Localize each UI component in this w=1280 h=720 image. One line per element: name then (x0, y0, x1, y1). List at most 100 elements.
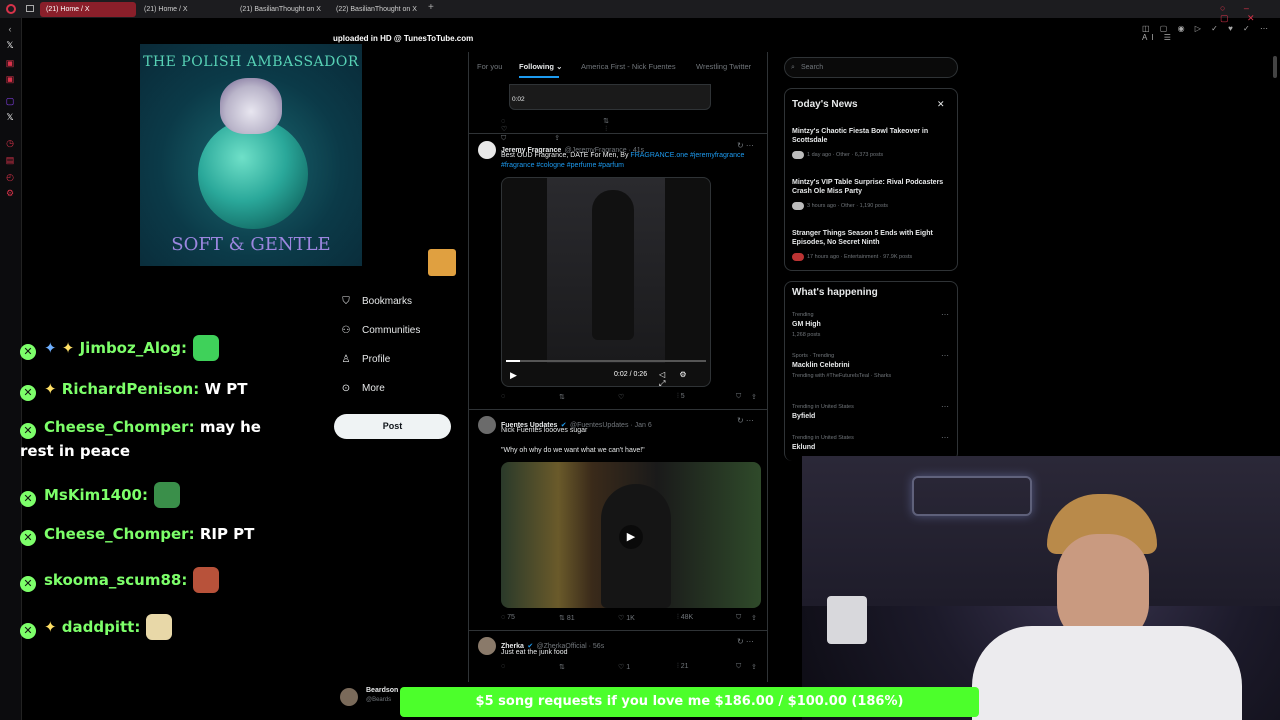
trend-more-icon[interactable]: ⋯ (941, 433, 949, 442)
x-small-icon[interactable]: 𝕏 (5, 112, 15, 122)
new-tab-icon[interactable]: + (428, 2, 434, 13)
search-icon: ⌕ (791, 64, 795, 71)
trend-category: Trending in United States (792, 404, 854, 410)
panel-title: Today's News (792, 99, 858, 110)
tab-for-you[interactable]: For you (477, 62, 502, 71)
chat-username: RichardPenison: (61, 380, 200, 398)
chat-badge-icon: ✕ (20, 491, 36, 507)
sword-badge-icon: ✦ (44, 339, 62, 357)
views-icon: ⫶ 48K (677, 614, 694, 621)
album-title: THE POLISH AMBASSADOR (143, 54, 359, 70)
post-button[interactable]: Post (334, 414, 451, 439)
sidebar-settings-icon[interactable]: ⚙ (5, 188, 15, 198)
x-logo-icon[interactable]: 𝕏 (5, 40, 15, 50)
toolbar-icons[interactable]: ◫ ▢ ◉ ▷ ✓ ♥ ✓ ⋯ AI ☰ (1142, 24, 1280, 42)
reply-icon: ◌ 75 (501, 614, 515, 621)
hashtag-link[interactable]: FRAGRANCE.one #jeremyfragrance (630, 152, 744, 159)
chat-badge-icon: ✕ (20, 576, 36, 592)
bookmark-icon: ⛉ (736, 393, 742, 400)
news-headline[interactable]: Mintzy's Chaotic Fiesta Bowl Takeover in… (792, 127, 952, 145)
sidebar-red-icon-1[interactable]: ▣ (5, 58, 15, 68)
chat-message-continued: rest in peace (20, 442, 130, 460)
shelves (802, 456, 1280, 606)
album-subtitle: SOFT & GENTLE (171, 234, 331, 255)
play-icon[interactable]: ▶ (619, 525, 643, 549)
avatar[interactable] (478, 141, 496, 159)
window-controls[interactable]: ○ – ▢ ✕ (1220, 3, 1280, 24)
video-player[interactable]: ▶ 0:02 / 0:26 ◁ ⚙ ⤢ (501, 177, 711, 387)
account-name: Beardson (366, 687, 399, 694)
sidebar-toggle-icon[interactable] (26, 5, 34, 12)
video-thumbnail[interactable]: ▶ (501, 462, 761, 608)
trend-name[interactable]: Eklund (792, 444, 815, 451)
close-icon[interactable]: ✕ (937, 99, 945, 110)
tab-following[interactable]: Following ⌄ (519, 62, 562, 71)
webcam-feed (802, 456, 1280, 720)
trend-name[interactable]: GM High (792, 321, 821, 328)
nav-profile[interactable]: ♙ Profile (340, 354, 391, 365)
star-badge-icon: ✦ (44, 380, 62, 398)
nav-bookmarks[interactable]: ⛉ Bookmarks (340, 296, 412, 307)
avatar[interactable] (478, 416, 496, 434)
trend-more-icon[interactable]: ⋯ (941, 402, 949, 411)
news-avatars (792, 202, 804, 210)
tweet-more-icon[interactable]: ↻ ⋯ (737, 416, 754, 425)
cat-illustration (220, 78, 282, 134)
chat-badge-icon: ✕ (20, 623, 36, 639)
tab-basilian-2[interactable]: (22) BasilianThought on X (330, 2, 424, 17)
nav-more[interactable]: ⊙ More (340, 383, 385, 394)
news-headline[interactable]: Mintzy's VIP Table Surprise: Rival Podca… (792, 178, 952, 196)
chat-badge-icon: ✕ (20, 530, 36, 546)
donation-goal-banner: $5 song requests if you love me $186.00 … (400, 687, 979, 717)
news-headline[interactable]: Stranger Things Season 5 Ends with Eight… (792, 229, 952, 247)
divider (469, 409, 767, 410)
play-icon[interactable]: ▶ (510, 370, 517, 381)
video-controls-icons[interactable]: ◁ ⚙ ⤢ (659, 370, 710, 386)
browser-logo-icon[interactable] (6, 4, 16, 14)
like-icon: ♡ (618, 394, 625, 401)
chat-emote (193, 567, 220, 593)
share-icon: ⇪ (751, 664, 757, 671)
video-person (592, 190, 634, 340)
sidebar-history-icon[interactable]: ◴ (5, 172, 15, 182)
tab-america-first[interactable]: America First - Nick Fuentes (581, 62, 676, 71)
bookmark-icon: ⛉ (342, 296, 350, 307)
share-icon: ⇪ (751, 394, 757, 401)
bookmark-icon: ⛉ (736, 663, 742, 670)
sidebar-red-icon-2[interactable]: ▣ (5, 74, 15, 84)
progress-bar[interactable] (506, 360, 706, 362)
avatar (340, 688, 358, 706)
sidebar-clock-icon[interactable]: ◷ (5, 138, 15, 148)
share-icon: ⇪ (751, 615, 757, 622)
tab-basilian-1[interactable]: (21) BasilianThought on X (234, 2, 328, 17)
avatar[interactable] (478, 637, 496, 655)
trend-more-icon[interactable]: ⋯ (941, 310, 949, 319)
tweet-actions[interactable]: ◌ ⇅ ♡ ⫶ ⛉⇪ (501, 117, 761, 143)
tab-home-1[interactable]: (21) Home / X (40, 2, 136, 17)
back-icon[interactable]: ‹ (5, 24, 15, 34)
nav-communities[interactable]: ⚇ Communities (340, 325, 421, 336)
hashtag-link[interactable]: #fragrance #cologne #perfume #parfum (501, 162, 624, 169)
tweet-text: Just eat the junk food (501, 649, 568, 656)
trend-name[interactable]: Byfield (792, 413, 815, 420)
tab-wrestling-twitter[interactable]: Wrestling Twitter (696, 62, 751, 71)
profile-icon: ♙ (341, 354, 351, 365)
chat-emote (193, 335, 220, 361)
scrollbar[interactable] (1273, 56, 1277, 78)
whats-happening-panel: What's happening Trending GM High 1,268 … (784, 281, 958, 461)
tweet-more-icon[interactable]: ↻ ⋯ (737, 637, 754, 646)
tab-home-2[interactable]: (21) Home / X (138, 2, 232, 17)
tweet-text: Nick Fuentes loooves sugar (501, 427, 588, 434)
trend-more-icon[interactable]: ⋯ (941, 351, 949, 360)
account-switcher[interactable]: Beardson @Beards (340, 686, 400, 708)
video-player[interactable] (509, 84, 711, 110)
twitch-icon[interactable]: ▢ (5, 96, 15, 106)
tweet-more-icon[interactable]: ↻ ⋯ (737, 141, 754, 150)
browser-tab-bar: (21) Home / X (21) Home / X (21) Basilia… (0, 0, 1280, 23)
sidebar-note-icon[interactable]: ▤ (5, 155, 15, 165)
search-input[interactable]: ⌕ Search (784, 57, 958, 78)
chat-username: MsKim1400: (44, 486, 148, 504)
chat-message: ✕ Cheese_Chomper: may he (20, 418, 261, 439)
neon-sign (912, 476, 1032, 516)
trend-name[interactable]: Macklin Celebrini (792, 362, 850, 369)
